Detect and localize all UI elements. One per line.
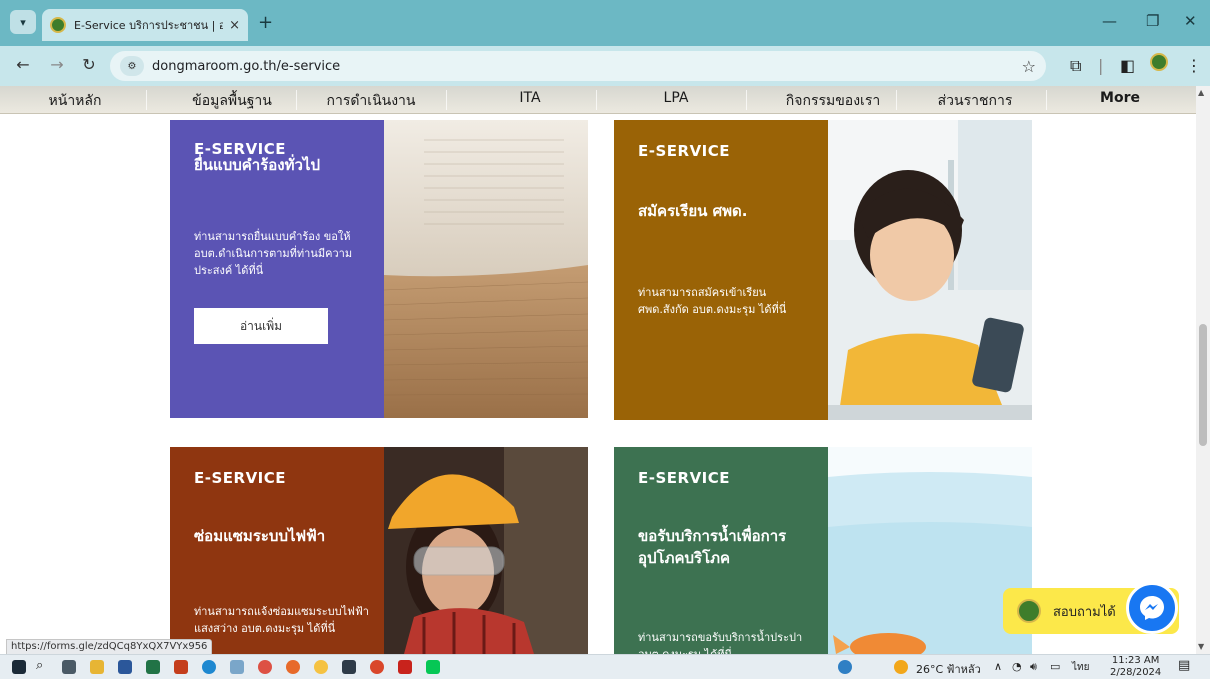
word-icon[interactable]	[118, 660, 132, 674]
nav-activities[interactable]: กิจกรรมของเรา	[768, 90, 898, 112]
back-arrow-icon[interactable]: ←	[12, 55, 34, 74]
nav-basic-info[interactable]: ข้อมูลพื้นฐาน	[162, 90, 302, 112]
clock-date: 2/28/2024	[1110, 667, 1162, 678]
card-eyebrow: E-SERVICE	[194, 469, 287, 487]
nav-more[interactable]: More	[1080, 90, 1160, 106]
tab-search-icon[interactable]: ▾	[10, 10, 36, 34]
forward-arrow-icon[interactable]: →	[46, 55, 68, 74]
extensions-icon[interactable]: ⧉	[1070, 56, 1081, 76]
tab-title: E-Service บริการประชาชน | อบต.ดงมะรุม	[74, 19, 224, 32]
notifications-icon[interactable]: ▤	[1178, 658, 1190, 673]
new-tab-icon[interactable]: +	[258, 12, 273, 33]
nav-separator	[896, 90, 897, 110]
site-info-icon[interactable]: ⚙	[120, 56, 144, 76]
child-studying-photo	[828, 120, 1032, 420]
tab-bar: ▾ E-Service บริการประชาชน | อบต.ดงมะรุม …	[0, 0, 1210, 46]
site-favicon-icon	[50, 17, 66, 33]
messenger-icon[interactable]	[1126, 582, 1178, 634]
edge-icon[interactable]	[202, 660, 216, 674]
card-description: ท่านสามารถยื่นแบบคำร้อง ขอให้ อบต.ดำเนิน…	[194, 230, 353, 277]
chat-logo-icon	[1017, 599, 1041, 623]
maximize-icon[interactable]: ❐	[1146, 12, 1159, 30]
scroll-thumb[interactable]	[1199, 324, 1207, 446]
url-text[interactable]: dongmaroom.go.th/e-service	[152, 59, 340, 74]
volume-icon[interactable]: 🔊︎	[1030, 660, 1037, 674]
reload-icon[interactable]: ↻	[78, 55, 100, 74]
start-windows-icon[interactable]	[12, 660, 26, 674]
weather-icon	[894, 660, 908, 674]
search-icon[interactable]: ⌕	[36, 658, 43, 673]
excel-icon[interactable]	[146, 660, 160, 674]
card-eyebrow: E-SERVICE	[638, 142, 731, 160]
engineer-hardhat-photo	[384, 447, 588, 654]
nav-separator	[1046, 90, 1047, 110]
card-description: ท่านสามารถแจ้งซ่อมแซมระบบไฟฟ้า แสงสว่าง …	[194, 605, 369, 635]
goldfish-water-photo	[828, 447, 1032, 654]
nav-separator	[296, 90, 297, 110]
books-photo	[384, 120, 588, 418]
e-service-content: E-SERVICE ยื่นแบบคำร้องทั่วไป ท่านสามารถ…	[0, 114, 1196, 654]
acrobat-icon[interactable]	[398, 660, 412, 674]
page-scrollbar[interactable]: ▲ ▼	[1196, 86, 1210, 654]
card-heading: ยื่นแบบคำร้องทั่วไป	[194, 156, 320, 174]
file-explorer-icon[interactable]	[90, 660, 104, 674]
network-icon[interactable]: ◔	[1012, 660, 1022, 673]
nav-separator	[746, 90, 747, 110]
browser-toolbar: ← → ↻ ⚙ dongmaroom.go.th/e-service ☆ ⧉ |…	[0, 46, 1210, 86]
profile-avatar[interactable]	[1150, 53, 1168, 71]
tab-close-icon[interactable]: ×	[229, 18, 240, 33]
card-description: ท่านสามารถขอรับบริการน้ำประปา อบต.ดงมะรุ…	[638, 631, 803, 654]
chrome-icon[interactable]	[258, 660, 272, 674]
browser-menu-icon[interactable]: ⋮	[1186, 56, 1202, 75]
status-bar-url: https://forms.gle/zdQCq8YxQX7VYx956	[6, 639, 213, 655]
nav-home[interactable]: หน้าหลัก	[20, 90, 130, 112]
scroll-up-arrow-icon[interactable]: ▲	[1198, 88, 1204, 97]
nav-operations[interactable]: การดำเนินงาน	[306, 90, 436, 112]
help-icon[interactable]	[838, 660, 852, 674]
notepad-icon[interactable]	[230, 660, 244, 674]
nav-separator	[146, 90, 147, 110]
windows-taskbar: ⌕ 26°C ฟ้าหลัว ∧ ◔ 🔊︎ ▭ ไทย 11:23 AM 2/2…	[0, 654, 1210, 679]
nav-lpa[interactable]: LPA	[636, 90, 716, 106]
card-eyebrow: E-SERVICE	[638, 469, 731, 487]
bookmark-star-icon[interactable]: ☆	[1022, 57, 1036, 76]
read-more-button[interactable]: อ่านเพิ่ม	[194, 308, 328, 344]
firefox-icon[interactable]	[286, 660, 300, 674]
input-language[interactable]: ไทย	[1072, 660, 1089, 675]
line-icon[interactable]	[426, 660, 440, 674]
chrome-canary-icon[interactable]	[314, 660, 328, 674]
tab-active[interactable]: E-Service บริการประชาชน | อบต.ดงมะรุม ×	[42, 9, 248, 41]
app-icon[interactable]	[342, 660, 356, 674]
nav-separator	[596, 90, 597, 110]
card-electrical-repair[interactable]: E-SERVICE ซ่อมแซมระบบไฟฟ้า ท่านสามารถแจ้…	[170, 447, 384, 654]
nav-separator	[446, 90, 447, 110]
close-window-icon[interactable]: ✕	[1184, 12, 1197, 30]
nav-ita[interactable]: ITA	[490, 90, 570, 106]
task-view-icon[interactable]	[62, 660, 76, 674]
nav-departments[interactable]: ส่วนราชการ	[920, 90, 1030, 112]
tray-chevron-icon[interactable]: ∧	[994, 660, 1002, 673]
scroll-down-arrow-icon[interactable]: ▼	[1198, 642, 1204, 651]
card-water-service[interactable]: E-SERVICE ขอรับบริการน้ำเพื่อการอุปโภคบร…	[614, 447, 828, 654]
toolbar-divider: |	[1098, 56, 1104, 75]
weather-text[interactable]: 26°C ฟ้าหลัว	[916, 660, 981, 678]
card-heading: ซ่อมแซมระบบไฟฟ้า	[194, 527, 326, 545]
clock[interactable]: 11:23 AM 2/28/2024	[1110, 655, 1161, 679]
powerpoint-icon[interactable]	[174, 660, 188, 674]
chat-label: สอบถามได้	[1053, 604, 1116, 620]
minimize-icon[interactable]: —	[1102, 12, 1117, 30]
card-heading: ขอรับบริการน้ำเพื่อการอุปโภคบริโภค	[638, 527, 787, 567]
card-heading: สมัครเรียน ศพด.	[638, 202, 748, 220]
card-childcare-enrolment[interactable]: E-SERVICE สมัครเรียน ศพด. ท่านสามารถสมัค…	[614, 120, 828, 420]
browser-window: ▾ E-Service บริการประชาชน | อบต.ดงมะรุม …	[0, 0, 1210, 679]
keyboard-icon[interactable]: ▭	[1050, 660, 1060, 673]
card-general-request[interactable]: E-SERVICE ยื่นแบบคำร้องทั่วไป ท่านสามารถ…	[170, 120, 384, 418]
card-description: ท่านสามารถสมัครเข้าเรียน ศพด.สังกัด อบต.…	[638, 286, 787, 316]
address-bar[interactable]: ⚙ dongmaroom.go.th/e-service ☆	[110, 51, 1046, 81]
clock-time: 11:23 AM	[1111, 655, 1160, 666]
chrome-profile-icon[interactable]	[370, 660, 384, 674]
site-navigation: หน้าหลัก ข้อมูลพื้นฐาน การดำเนินงาน ITA …	[0, 86, 1196, 114]
side-panel-icon[interactable]: ◧	[1120, 56, 1135, 75]
